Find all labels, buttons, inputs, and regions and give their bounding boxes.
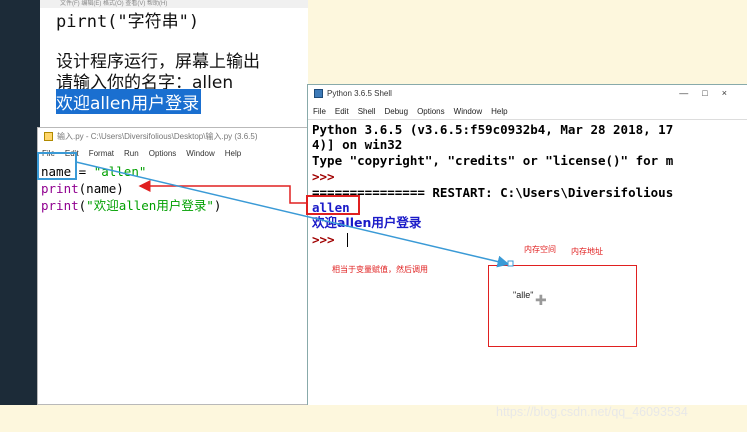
left-dark-band xyxy=(0,0,40,432)
idle-editor-menubar: File Edit Format Run Options Window Help xyxy=(38,147,309,161)
menu-format[interactable]: Format xyxy=(89,149,114,158)
idle-editor-title: 输入.py - C:\Users\Diversifolious\Desktop\… xyxy=(57,132,258,141)
menu-options[interactable]: Options xyxy=(149,149,177,158)
call-args: (name) xyxy=(78,181,124,196)
python-file-icon xyxy=(44,132,53,142)
shell-menubar: File Edit Shell Debug Options Window Help xyxy=(308,105,747,119)
menu-help[interactable]: Help xyxy=(225,149,241,158)
shell-output-line: Type "copyright", "credits" or "license(… xyxy=(312,153,674,168)
watermark: https://blog.csdn.net/qq_46093534 xyxy=(496,405,688,419)
menu-divider xyxy=(308,119,747,120)
code-line[interactable]: print(name) xyxy=(41,180,124,197)
string-literal: "欢迎allen用户登录" xyxy=(86,198,214,213)
menu-shell[interactable]: Shell xyxy=(358,107,376,116)
menu-debug[interactable]: Debug xyxy=(384,107,408,116)
background-editor: 文件(F) 编辑(E) 格式(O) 查看(V) 帮助(H) pirnt("字符串… xyxy=(40,0,308,128)
stored-value-label: "alle" xyxy=(513,290,534,300)
menu-edit[interactable]: Edit xyxy=(335,107,349,116)
code-line[interactable]: print("欢迎allen用户登录") xyxy=(41,197,221,214)
builtin-print: print xyxy=(41,198,79,213)
string-literal: "allen" xyxy=(93,164,147,179)
python-shell-icon xyxy=(314,89,323,99)
memory-address-label: 内存地址 xyxy=(571,247,603,256)
menu-help[interactable]: Help xyxy=(491,107,507,116)
menu-file[interactable]: File xyxy=(313,107,326,116)
memory-space-label: 内存空间 xyxy=(524,245,556,254)
paren-close: ) xyxy=(213,198,222,213)
shell-prompt: >>> xyxy=(312,169,335,184)
shell-output-line: 4)] on win32 xyxy=(312,137,403,152)
idle-editor-titlebar[interactable]: 输入.py - C:\Users\Diversifolious\Desktop\… xyxy=(38,128,309,146)
shell-restart-line: =============== RESTART: C:\Users\Divers… xyxy=(312,185,674,200)
shell-input-prompt[interactable]: >>> xyxy=(312,232,342,248)
menu-run[interactable]: Run xyxy=(124,149,139,158)
shell-title: Python 3.6.5 Shell xyxy=(327,89,392,98)
window-control-buttons[interactable]: —□× xyxy=(679,88,741,98)
idle-editor-window[interactable]: 输入.py - C:\Users\Diversifolious\Desktop\… xyxy=(37,127,310,405)
menu-window[interactable]: Window xyxy=(454,107,482,116)
memory-diagram-box xyxy=(488,265,637,347)
shell-output-welcome: 欢迎allen用户登录 xyxy=(312,215,422,230)
move-cross-icon: ✚ xyxy=(535,292,547,308)
menu-options[interactable]: Options xyxy=(417,107,445,116)
highlight-box-variable xyxy=(37,152,77,180)
selected-text-line: 欢迎allen用户登录 xyxy=(56,89,202,114)
shell-output-line: Python 3.6.5 (v3.6.5:f59c0932b4, Mar 28 … xyxy=(312,122,674,137)
menu-window[interactable]: Window xyxy=(186,149,214,158)
builtin-print: print xyxy=(41,181,79,196)
text-cursor xyxy=(347,233,348,247)
assignment-note: 相当于变量赋值，然后调用 xyxy=(332,265,428,274)
background-text-line: pirnt("字符串") xyxy=(56,12,200,32)
highlight-box-output xyxy=(306,195,360,215)
